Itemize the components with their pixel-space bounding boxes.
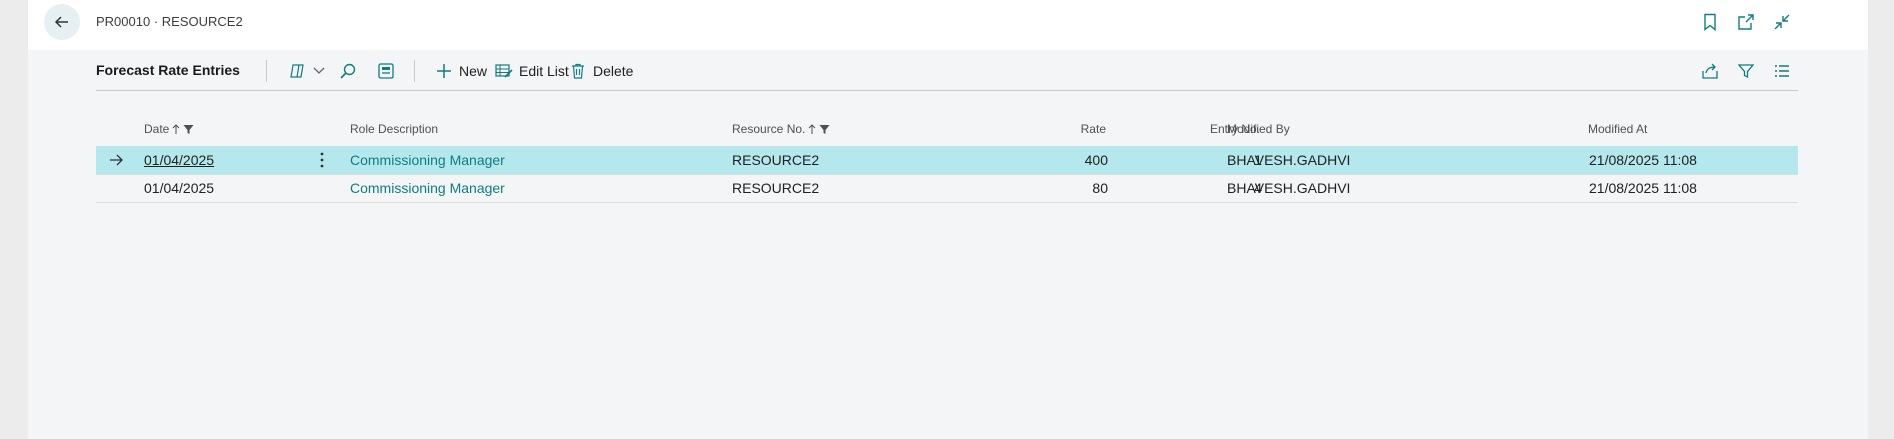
bookmark-icon	[1704, 13, 1716, 31]
role-description-cell[interactable]: Commissioning Manager	[350, 180, 505, 196]
search-button[interactable]	[338, 58, 358, 84]
modified-at-cell[interactable]: 21/08/2025 11:08	[1589, 152, 1697, 168]
edit-list-icon	[494, 61, 514, 81]
date-cell[interactable]: 01/04/2025	[144, 152, 214, 168]
search-icon	[338, 61, 358, 81]
filter-icon	[1736, 61, 1756, 81]
edit-list-button-label: Edit List	[519, 63, 569, 79]
toolbar-divider	[414, 60, 415, 82]
chevron-down-icon	[313, 61, 325, 81]
column-header-date[interactable]: Date	[144, 122, 194, 136]
modified-at-cell[interactable]: 21/08/2025 11:08	[1589, 180, 1697, 196]
plus-icon	[434, 61, 454, 81]
column-header-row: Date Role Description Resource No. Rate …	[96, 118, 1798, 142]
date-cell[interactable]: 01/04/2025	[144, 180, 214, 196]
share-icon	[1700, 61, 1720, 81]
column-header-role-description[interactable]: Role Description	[350, 122, 438, 136]
modified-by-cell[interactable]: BHAVESH.GADHVI	[1227, 152, 1350, 168]
collapse-icon	[1774, 14, 1790, 30]
delete-button-label: Delete	[593, 63, 634, 79]
modified-by-cell[interactable]: BHAVESH.GADHVI	[1227, 180, 1350, 196]
resource-no-cell[interactable]: RESOURCE2	[732, 152, 819, 168]
row-actions-icon[interactable]	[318, 151, 326, 169]
filter-icon	[819, 124, 830, 134]
rate-cell[interactable]: 400	[1026, 152, 1108, 168]
column-header-modified-at[interactable]: Modified At	[1588, 122, 1647, 136]
left-background-strip	[0, 0, 29, 439]
sort-ascending-icon	[173, 123, 180, 134]
column-header-resource-no[interactable]: Resource No.	[732, 122, 830, 136]
edit-list-button[interactable]: Edit List	[494, 58, 569, 84]
sort-ascending-icon	[809, 123, 816, 134]
current-row-arrow-icon	[110, 154, 123, 166]
analysis-icon	[376, 61, 396, 81]
open-new-window-icon	[1738, 14, 1754, 30]
resource-no-cell[interactable]: RESOURCE2	[732, 180, 819, 196]
page-title: PR00010 · RESOURCE2	[96, 14, 243, 29]
trash-icon	[568, 61, 588, 81]
role-description-cell[interactable]: Commissioning Manager	[350, 152, 505, 168]
page-header: PR00010 · RESOURCE2	[28, 0, 1868, 50]
rate-cell[interactable]: 80	[1026, 180, 1108, 196]
toolbar-divider	[266, 60, 267, 82]
delete-button[interactable]: Delete	[568, 58, 633, 84]
table-row[interactable]: 01/04/2025 Commissioning Manager RESOURC…	[96, 174, 1798, 203]
new-button[interactable]: New	[434, 58, 487, 84]
page-panel: PR00010 · RESOURCE2 Forecast Rate Entrie…	[28, 0, 1868, 439]
column-header-modified-by[interactable]: Modified By	[1227, 122, 1290, 136]
open-new-window-button[interactable]	[1736, 12, 1756, 32]
list-view-button[interactable]	[1772, 58, 1792, 84]
analysis-mode-button[interactable]	[376, 58, 396, 84]
collapse-button[interactable]	[1772, 12, 1792, 32]
action-bar: Forecast Rate Entries New Edit List Dele…	[96, 52, 1798, 91]
bookmark-button[interactable]	[1700, 12, 1720, 32]
filter-pane-button[interactable]	[1736, 58, 1756, 84]
right-background-strip	[1868, 0, 1894, 439]
list-title: Forecast Rate Entries	[96, 62, 240, 78]
copilot-icon	[288, 61, 308, 81]
new-button-label: New	[459, 63, 488, 79]
back-button[interactable]	[44, 4, 80, 40]
filter-icon	[183, 124, 194, 134]
table-row[interactable]: 01/04/2025 Commissioning Manager RESOURC…	[96, 146, 1798, 175]
list-icon	[1772, 61, 1792, 81]
share-button[interactable]	[1700, 58, 1720, 84]
back-arrow-icon	[54, 16, 68, 28]
copilot-dropdown-button[interactable]	[288, 58, 325, 84]
column-header-rate[interactable]: Rate	[1026, 122, 1106, 136]
